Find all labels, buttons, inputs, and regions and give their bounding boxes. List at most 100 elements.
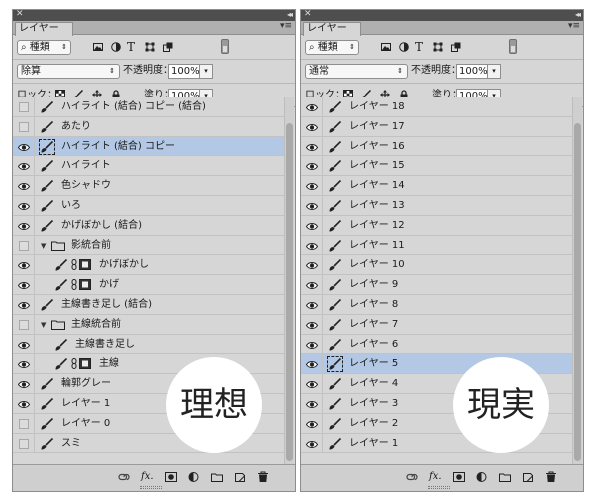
panel-menu-icon[interactable]: ▾≡ — [568, 21, 580, 31]
visibility-toggle[interactable] — [13, 156, 35, 177]
tab-layers[interactable]: レイヤー — [303, 22, 361, 36]
layer-row[interactable]: 色シャドウ — [13, 176, 285, 196]
new-group-icon[interactable] — [211, 471, 223, 483]
visibility-toggle[interactable] — [13, 413, 35, 434]
visibility-toggle[interactable] — [13, 116, 35, 137]
layer-row[interactable]: ▼ 主線統合前 — [13, 314, 285, 335]
new-adjustment-layer-icon[interactable] — [188, 471, 200, 483]
visibility-toggle[interactable] — [13, 215, 35, 236]
visibility-toggle[interactable] — [301, 334, 323, 355]
layer-row[interactable]: かげ — [13, 275, 285, 295]
fx-icon[interactable]: fx. — [141, 470, 154, 484]
layer-row[interactable]: いろ — [13, 195, 285, 216]
visibility-toggle[interactable] — [13, 136, 35, 157]
link-layers-icon[interactable] — [118, 471, 130, 483]
image-filter-icon[interactable] — [381, 42, 391, 52]
visibility-toggle[interactable] — [301, 354, 323, 375]
scrollbar-thumb[interactable] — [574, 123, 581, 461]
layer-row[interactable]: 主線書き足し (結合) — [13, 294, 285, 315]
visibility-toggle[interactable] — [301, 116, 323, 137]
layer-row[interactable]: レイヤー 13 — [301, 195, 573, 216]
visibility-toggle[interactable] — [301, 215, 323, 236]
resize-grip[interactable] — [428, 486, 450, 489]
visibility-toggle[interactable] — [301, 413, 323, 434]
visibility-toggle[interactable] — [13, 97, 35, 117]
trash-icon[interactable] — [545, 471, 557, 483]
new-layer-icon[interactable] — [522, 471, 534, 483]
visibility-toggle[interactable] — [301, 294, 323, 315]
layer-row[interactable]: かげぼかし (結合) — [13, 215, 285, 236]
visibility-toggle[interactable] — [301, 433, 323, 454]
scrollbar-thumb[interactable] — [286, 123, 293, 461]
close-icon[interactable]: ✕ — [304, 9, 312, 20]
visibility-toggle[interactable] — [13, 294, 35, 315]
layer-row[interactable]: あたり — [13, 116, 285, 137]
adjustment-filter-icon[interactable] — [111, 42, 121, 52]
layer-row[interactable]: レイヤー 14 — [301, 176, 573, 196]
visibility-toggle[interactable] — [301, 275, 323, 295]
folder-expand-icon[interactable]: ▼ — [41, 321, 46, 329]
layer-row[interactable]: レイヤー 16 — [301, 136, 573, 157]
layer-list-scrollbar[interactable] — [572, 97, 582, 465]
visibility-toggle[interactable] — [13, 393, 35, 414]
blend-mode-select[interactable]: 通常 ⇕ — [305, 64, 408, 79]
smart-object-filter-icon[interactable] — [451, 42, 461, 52]
layer-row[interactable]: レイヤー 10 — [301, 255, 573, 276]
visibility-toggle[interactable] — [301, 176, 323, 196]
shape-filter-icon[interactable] — [145, 42, 155, 52]
visibility-toggle[interactable] — [13, 314, 35, 335]
image-filter-icon[interactable] — [93, 42, 103, 52]
layer-row[interactable]: レイヤー 17 — [301, 116, 573, 137]
double-chevron-icon[interactable]: ◂◂ — [287, 9, 293, 20]
layer-row[interactable]: ハイライト — [13, 156, 285, 177]
visibility-toggle[interactable] — [13, 374, 35, 394]
tab-layers[interactable]: レイヤー — [15, 22, 73, 36]
layer-row[interactable]: ▼ 影統合前 — [13, 235, 285, 256]
new-group-icon[interactable] — [499, 471, 511, 483]
visibility-toggle[interactable] — [13, 354, 35, 375]
visibility-toggle[interactable] — [13, 235, 35, 256]
filter-kind-select[interactable]: ⌕ 種類 ⇕ — [305, 40, 359, 55]
filter-toggle-switch[interactable] — [509, 39, 517, 54]
trash-icon[interactable] — [257, 471, 269, 483]
layer-row[interactable]: レイヤー 15 — [301, 156, 573, 177]
add-mask-icon[interactable] — [453, 471, 465, 483]
adjustment-filter-icon[interactable] — [399, 42, 409, 52]
layer-row[interactable]: ハイライト (結合) コピー (結合) — [13, 97, 285, 117]
layer-list-scrollbar[interactable] — [284, 97, 294, 465]
blend-mode-select[interactable]: 除算 ⇕ — [17, 64, 120, 79]
resize-grip[interactable] — [140, 486, 162, 489]
folder-expand-icon[interactable]: ▼ — [41, 242, 46, 250]
layer-row[interactable]: レイヤー 11 — [301, 235, 573, 256]
shape-filter-icon[interactable] — [433, 42, 443, 52]
opacity-input[interactable]: 100% — [456, 64, 488, 79]
visibility-toggle[interactable] — [301, 235, 323, 256]
opacity-dropdown-button[interactable]: ▾ — [488, 64, 501, 79]
visibility-toggle[interactable] — [13, 334, 35, 355]
panel-menu-icon[interactable]: ▾≡ — [280, 21, 292, 31]
smart-object-filter-icon[interactable] — [163, 42, 173, 52]
new-layer-icon[interactable] — [234, 471, 246, 483]
close-icon[interactable]: ✕ — [16, 9, 24, 20]
visibility-toggle[interactable] — [301, 97, 323, 117]
visibility-toggle[interactable] — [301, 195, 323, 216]
layer-row[interactable]: かげぼかし — [13, 255, 285, 276]
visibility-toggle[interactable] — [301, 156, 323, 177]
visibility-toggle[interactable] — [13, 255, 35, 276]
filter-kind-select[interactable]: ⌕ 種類 ⇕ — [17, 40, 71, 55]
visibility-toggle[interactable] — [13, 275, 35, 295]
new-adjustment-layer-icon[interactable] — [476, 471, 488, 483]
visibility-toggle[interactable] — [13, 195, 35, 216]
opacity-dropdown-button[interactable]: ▾ — [200, 64, 213, 79]
layer-row[interactable]: レイヤー 6 — [301, 334, 573, 355]
layer-row[interactable]: レイヤー 8 — [301, 294, 573, 315]
visibility-toggle[interactable] — [301, 374, 323, 394]
visibility-toggle[interactable] — [301, 255, 323, 276]
add-mask-icon[interactable] — [165, 471, 177, 483]
fx-icon[interactable]: fx. — [429, 470, 442, 484]
layer-row[interactable]: レイヤー 18 — [301, 97, 573, 117]
layer-row[interactable]: レイヤー 9 — [301, 275, 573, 295]
visibility-toggle[interactable] — [301, 136, 323, 157]
visibility-toggle[interactable] — [301, 314, 323, 335]
double-chevron-icon[interactable]: ◂◂ — [575, 9, 581, 20]
